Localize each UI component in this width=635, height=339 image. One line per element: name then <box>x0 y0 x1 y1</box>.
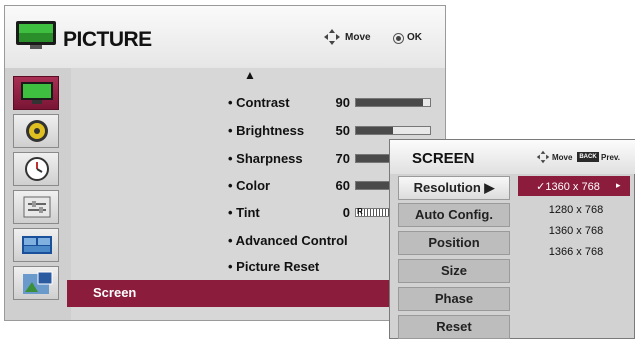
menu-sidebar <box>5 68 71 320</box>
auto-config-menu-item[interactable]: Auto Config. <box>398 203 510 227</box>
scroll-up-icon[interactable]: ▲ <box>244 68 256 82</box>
sidebar-item-audio[interactable] <box>13 114 59 148</box>
sidebar-item-time[interactable] <box>13 152 59 186</box>
move-arrows-icon <box>536 150 550 164</box>
contrast-label[interactable]: • Contrast <box>228 95 290 110</box>
sidebar-item-picture[interactable] <box>13 76 59 110</box>
brightness-label[interactable]: • Brightness <box>228 123 304 138</box>
screen-submenu-header: SCREEN Move BACK Prev. <box>390 140 635 174</box>
resolution-option[interactable]: 1366 x 768 <box>516 246 635 258</box>
pip-icon <box>23 271 53 294</box>
contrast-slider[interactable] <box>355 98 431 107</box>
option-icon <box>23 196 51 218</box>
size-menu-item[interactable]: Size <box>398 259 510 283</box>
screen-icon <box>22 236 52 254</box>
resolution-option-label: ✓1360 x 768 <box>536 181 600 193</box>
ok-button-icon <box>393 33 404 44</box>
brightness-value: 50 <box>335 123 350 138</box>
brightness-slider-fill <box>356 127 393 134</box>
sidebar-item-pip[interactable] <box>13 266 59 300</box>
picture-menu: PICTURE Move OK <box>4 5 446 321</box>
resolution-option[interactable]: 1360 x 768 <box>516 225 635 237</box>
time-icon <box>25 157 49 181</box>
color-label[interactable]: • Color <box>228 178 270 193</box>
tint-red-marker: R <box>357 207 363 216</box>
chevron-right-icon: ▸ <box>616 180 621 190</box>
phase-menu-item[interactable]: Phase <box>398 287 510 311</box>
move-arrows-icon <box>324 29 340 45</box>
move-hint-label: Move <box>552 153 573 162</box>
picture-menu-title: PICTURE <box>63 28 152 51</box>
picture-menu-header: PICTURE Move OK <box>5 6 445 69</box>
resolution-menu-item[interactable]: Resolution ▶ <box>398 176 510 200</box>
back-button-badge: BACK <box>577 152 599 162</box>
prev-hint-label: Prev. <box>601 153 620 162</box>
reset-menu-item[interactable]: Reset <box>398 315 510 339</box>
color-value: 60 <box>335 178 350 193</box>
screen-submenu: SCREEN Move BACK Prev. Resolution ▶ Auto… <box>389 139 635 339</box>
sidebar-item-option[interactable] <box>13 190 59 224</box>
tv-picture-logo-icon <box>16 21 56 49</box>
screen-menu-label: Screen <box>93 285 137 300</box>
contrast-slider-fill <box>356 99 423 106</box>
sharpness-value: 70 <box>335 151 350 166</box>
ok-hint-label: OK <box>407 32 422 43</box>
picture-icon <box>21 82 53 104</box>
position-menu-item[interactable]: Position <box>398 231 510 255</box>
picture-reset-item[interactable]: • Picture Reset <box>228 259 319 274</box>
screen-submenu-title: SCREEN <box>412 150 475 167</box>
tint-label[interactable]: • Tint <box>228 205 260 220</box>
move-hint-label: Move <box>345 32 371 43</box>
sharpness-label[interactable]: • Sharpness <box>228 151 303 166</box>
brightness-slider[interactable] <box>355 126 431 135</box>
sidebar-item-screen[interactable] <box>13 228 59 262</box>
resolution-option[interactable]: 1280 x 768 <box>516 204 635 216</box>
audio-icon <box>26 120 48 142</box>
contrast-value: 90 <box>335 95 350 110</box>
advanced-control-item[interactable]: • Advanced Control <box>228 233 348 248</box>
tint-value: 0 <box>342 205 350 220</box>
